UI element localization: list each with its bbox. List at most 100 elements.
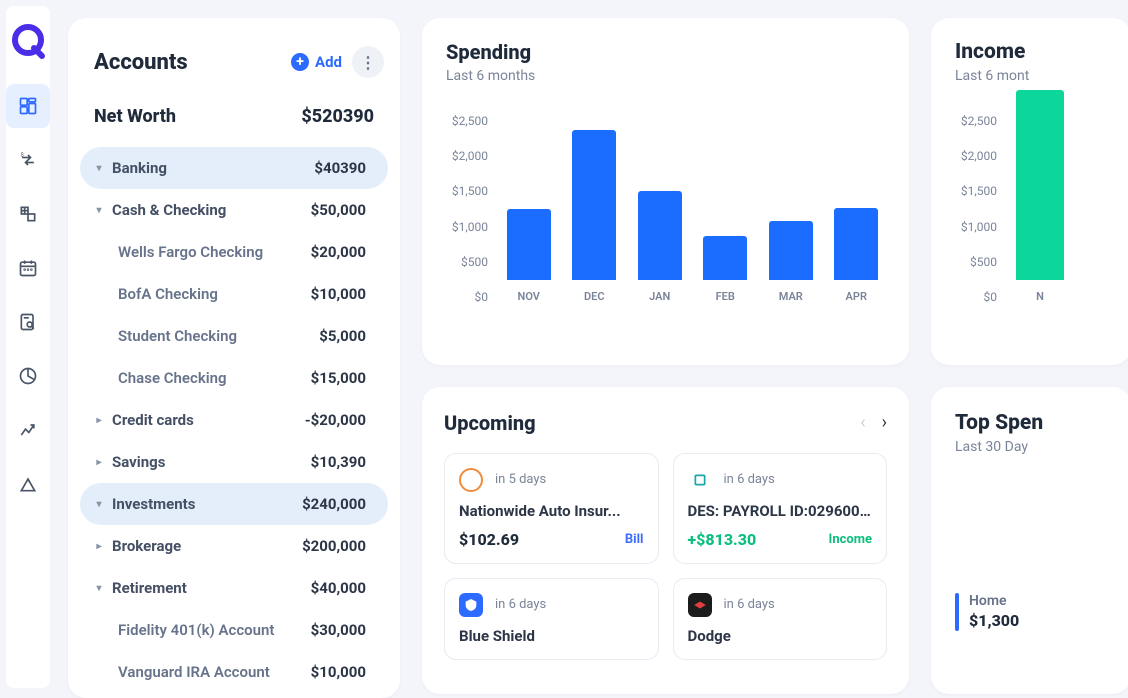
nav-goals-icon[interactable] — [6, 462, 50, 506]
net-worth-row: Net Worth $520390 — [68, 96, 400, 147]
account-label: Chase Checking — [118, 369, 227, 387]
account-value: $10,000 — [311, 285, 366, 303]
account-value: $20,000 — [311, 243, 366, 261]
accounts-menu-button[interactable]: ⋮ — [352, 46, 384, 78]
net-worth-label: Net Worth — [94, 106, 176, 127]
upcoming-when: in 5 days — [495, 472, 546, 487]
account-row[interactable]: ▾Retirement$40,000 — [80, 567, 388, 609]
chart-bar[interactable]: N — [1011, 90, 1069, 303]
merchant-icon — [688, 593, 712, 617]
account-row[interactable]: ▸Brokerage$200,000 — [80, 525, 388, 567]
nav-trend-icon[interactable] — [6, 408, 50, 452]
top-spending-item-name: Home — [969, 593, 1019, 609]
merchant-icon — [459, 593, 483, 617]
account-row[interactable]: Student Checking $5,000 — [80, 315, 388, 357]
upcoming-merchant: Blue Shield — [459, 627, 644, 645]
chart-x-label: DEC — [584, 290, 605, 303]
account-row[interactable]: Chase Checking $15,000 — [80, 357, 388, 399]
account-row[interactable]: Fidelity 401(k) Account $30,000 — [80, 609, 388, 651]
chevron-down-icon: ▾ — [94, 583, 104, 593]
merchant-icon — [459, 468, 483, 492]
account-value: $30,000 — [311, 621, 366, 639]
account-value: $10,390 — [311, 453, 366, 471]
upcoming-amount: +$813.30 — [688, 530, 757, 549]
accounts-title: Accounts — [94, 50, 188, 75]
upcoming-item[interactable]: in 6 days Blue Shield — [444, 578, 659, 660]
spending-chart: $2,500$2,000$1,500$1,000$500$0 NOV DEC JAN… — [446, 114, 889, 334]
upcoming-item[interactable]: in 5 daysNationwide Auto Insur...$102.69… — [444, 453, 659, 564]
upcoming-amount: $102.69 — [459, 530, 519, 549]
chevron-right-icon: ▸ — [94, 541, 104, 551]
account-label: Fidelity 401(k) Account — [118, 621, 274, 639]
chart-x-label: NOV — [518, 290, 540, 303]
category-color-bar — [955, 593, 959, 631]
account-label: Student Checking — [118, 327, 237, 345]
chart-x-label: APR — [846, 290, 867, 303]
account-row[interactable]: BofA Checking $10,000 — [80, 273, 388, 315]
chart-bar[interactable]: MAR — [762, 221, 820, 303]
chart-bar[interactable]: JAN — [631, 191, 689, 303]
top-spending-title: Top Spen — [955, 411, 1128, 435]
upcoming-merchant: DES: PAYROLL ID:029600… — [688, 502, 873, 520]
income-card: Income Last 6 mont $2,500$2,000$1,500$1,… — [931, 18, 1128, 365]
accounts-list: ▾Banking$40390 ▾ Cash & Checking $50,000 Wel… — [68, 147, 400, 693]
account-label: Vanguard IRA Account — [118, 663, 270, 681]
account-row[interactable]: ▸Credit cards-$20,000 — [80, 399, 388, 441]
account-value: $15,000 — [311, 369, 366, 387]
upcoming-when: in 6 days — [495, 597, 546, 612]
nav-dashboard-icon[interactable] — [6, 84, 50, 128]
income-subtitle: Last 6 mont — [955, 68, 1128, 84]
upcoming-prev-button[interactable]: ‹ — [860, 412, 865, 433]
upcoming-when: in 6 days — [724, 472, 775, 487]
upcoming-item[interactable]: in 6 days DES: PAYROLL ID:029600… +$813.30… — [673, 453, 888, 564]
nav-doc-search-icon[interactable] — [6, 300, 50, 344]
account-row[interactable]: Wells Fargo Checking $20,000 — [80, 231, 388, 273]
app-logo — [8, 20, 48, 60]
upcoming-list: in 5 daysNationwide Auto Insur...$102.69… — [444, 453, 887, 660]
chart-bar[interactable]: APR — [827, 208, 885, 303]
spending-y-axis: $2,500$2,000$1,500$1,000$500$0 — [446, 114, 496, 304]
account-row[interactable]: ▾Investments$240,000 — [80, 483, 388, 525]
account-row[interactable]: ▸ Savings $10,390 — [80, 441, 388, 483]
account-value: $40390 — [314, 159, 366, 177]
upcoming-card: Upcoming ‹ › in 5 daysNationwide Auto In… — [422, 387, 909, 694]
account-label: BofA Checking — [118, 285, 218, 303]
upcoming-when: in 6 days — [724, 597, 775, 612]
upcoming-merchant: Dodge — [688, 627, 873, 645]
top-spending-item[interactable]: Home $1,300 — [955, 593, 1128, 631]
upcoming-next-button[interactable]: › — [882, 412, 887, 433]
account-value: $5,000 — [319, 327, 366, 345]
upcoming-item[interactable]: in 6 days Dodge — [673, 578, 888, 660]
main-content: Accounts + Add ⋮ Net Worth $520390 ▾Bank… — [50, 0, 1128, 694]
income-title: Income — [955, 40, 1128, 64]
nav-transfer-icon[interactable]: $ — [6, 138, 50, 182]
add-account-button[interactable]: + Add — [291, 53, 342, 71]
account-row[interactable]: Vanguard IRA Account $10,000 — [80, 651, 388, 693]
spending-card: Spending Last 6 months $2,500$2,000$1,50… — [422, 18, 909, 365]
account-row[interactable]: ▾Banking$40390 — [80, 147, 388, 189]
account-label: Investments — [112, 495, 195, 513]
account-value: $10,000 — [311, 663, 366, 681]
chevron-right-icon: ▸ — [94, 457, 104, 467]
chart-x-label: FEB — [716, 290, 735, 303]
account-row[interactable]: ▾Cash & Checking$50,000 — [80, 189, 388, 231]
account-label: Credit cards — [112, 411, 194, 429]
nav-calendar-icon[interactable] — [6, 246, 50, 290]
chart-bar[interactable]: NOV — [500, 209, 558, 303]
chart-bar[interactable]: FEB — [696, 236, 754, 303]
merchant-icon — [688, 468, 712, 492]
account-value: $50,000 — [311, 201, 366, 219]
upcoming-title: Upcoming — [444, 411, 536, 435]
account-label: Savings — [112, 453, 165, 471]
net-worth-value: $520390 — [301, 106, 374, 127]
nav-pie-icon[interactable] — [6, 354, 50, 398]
account-value: $40,000 — [311, 579, 366, 597]
nav-apps-icon[interactable] — [6, 192, 50, 236]
account-label: Brokerage — [112, 537, 181, 555]
account-label: Wells Fargo Checking — [118, 243, 263, 261]
sidenav: $ — [6, 6, 50, 688]
account-label: Cash & Checking — [112, 201, 226, 219]
accounts-panel: Accounts + Add ⋮ Net Worth $520390 ▾Bank… — [68, 18, 400, 698]
chart-bar[interactable]: DEC — [565, 130, 623, 303]
top-spending-card: Top Spen Last 30 Day Home $1,300 — [931, 387, 1128, 694]
